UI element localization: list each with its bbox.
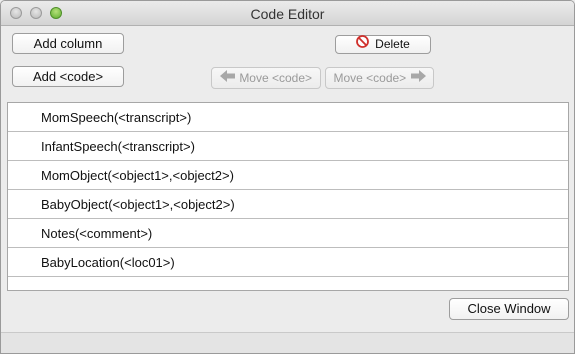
- code-list-item[interactable]: MomObject(<object1>,<object2>): [8, 161, 568, 190]
- move-code-right-label: Move <code>: [333, 71, 407, 85]
- code-list-item[interactable]: BabyLocation(<loc01>): [8, 248, 568, 277]
- code-list-item[interactable]: MomSpeech(<transcript>): [8, 103, 568, 132]
- move-code-left-label: Move <code>: [239, 71, 313, 85]
- arrow-right-icon: [410, 68, 426, 88]
- code-list-item[interactable]: Notes(<comment>): [8, 219, 568, 248]
- add-column-button[interactable]: Add column: [12, 33, 124, 54]
- delete-button-label: Delete: [375, 37, 410, 52]
- add-code-button[interactable]: Add <code>: [12, 66, 124, 87]
- close-window-button[interactable]: Close Window: [449, 298, 569, 320]
- delete-button[interactable]: Delete: [335, 35, 431, 54]
- move-code-right-button[interactable]: Move <code>: [325, 67, 434, 89]
- move-code-left-button[interactable]: Move <code>: [211, 67, 321, 89]
- title-bar: Code Editor: [1, 1, 574, 26]
- code-list-item[interactable]: InfantSpeech(<transcript>): [8, 132, 568, 161]
- arrow-left-icon: [219, 68, 236, 88]
- code-list-item[interactable]: BabyObject(<object1>,<object2>): [8, 190, 568, 219]
- code-editor-window: Code Editor Add column Add <code> Delete…: [0, 0, 575, 354]
- status-bar: [1, 332, 574, 353]
- window-title: Code Editor: [250, 6, 325, 22]
- code-list[interactable]: MomSpeech(<transcript>) InfantSpeech(<tr…: [7, 102, 569, 291]
- no-entry-icon: [356, 35, 370, 53]
